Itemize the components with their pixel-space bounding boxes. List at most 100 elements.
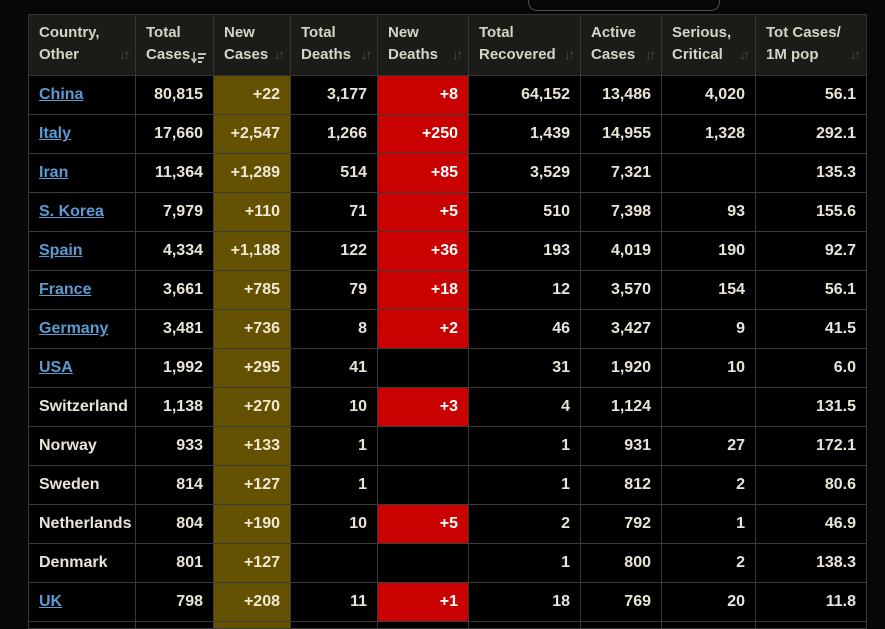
cell-total-deaths: 1 bbox=[290, 426, 378, 466]
cell-new-deaths bbox=[377, 465, 469, 505]
cell-active-cases: 7,398 bbox=[580, 192, 662, 232]
cell-country[interactable]: S. Korea bbox=[28, 192, 136, 232]
cell-new-deaths: +3 bbox=[377, 387, 469, 427]
cell-country[interactable]: China bbox=[28, 75, 136, 115]
sort-toggle-icon[interactable]: ↓↑ bbox=[361, 46, 372, 65]
cell-serious-critical: 9 bbox=[661, 309, 756, 349]
header-label-line1: Active bbox=[591, 24, 637, 42]
table-row-partial-clipped bbox=[28, 621, 867, 629]
cell-country[interactable]: Iran bbox=[28, 153, 136, 193]
cell-country[interactable]: Spain bbox=[28, 231, 136, 271]
header-label-line1: Serious, bbox=[672, 24, 732, 42]
cell-country: Switzerland bbox=[28, 387, 136, 427]
cell-new-deaths bbox=[377, 348, 469, 388]
table-row-s-korea: S. Korea 7,979 +110 71 +5 510 7,398 93 155.6 bbox=[28, 192, 867, 232]
cell-serious-critical: 1,328 bbox=[661, 114, 756, 154]
sort-toggle-icon[interactable]: ↓↑ bbox=[850, 46, 861, 65]
column-header-new-cases[interactable]: New Cases ↓↑ bbox=[213, 14, 291, 76]
column-header-new-deaths[interactable]: New Deaths ↓↑ bbox=[377, 14, 469, 76]
cell-clipped bbox=[468, 621, 581, 629]
sort-toggle-icon[interactable]: ↓↑ bbox=[452, 46, 463, 65]
cell-country[interactable]: Italy bbox=[28, 114, 136, 154]
cell-country[interactable]: France bbox=[28, 270, 136, 310]
header-label-line2: 1M pop bbox=[766, 46, 819, 63]
cell-new-cases: +1,188 bbox=[213, 231, 291, 271]
cell-total-recovered: 193 bbox=[468, 231, 581, 271]
cell-new-deaths: +36 bbox=[377, 231, 469, 271]
sort-descending-active-icon[interactable] bbox=[191, 52, 206, 65]
cell-serious-critical bbox=[661, 153, 756, 193]
table-row-uk: UK 798 +208 11 +1 18 769 20 11.8 bbox=[28, 582, 867, 622]
column-header-country-other[interactable]: Country, Other ↓↑ bbox=[28, 14, 136, 76]
country-link-france[interactable]: France bbox=[39, 281, 91, 298]
cell-country[interactable]: Germany bbox=[28, 309, 136, 349]
country-link-iran[interactable]: Iran bbox=[39, 164, 68, 181]
cell-active-cases: 769 bbox=[580, 582, 662, 622]
column-header-serious-critical[interactable]: Serious, Critical ↓↑ bbox=[661, 14, 756, 76]
header-label-line1: Tot Cases/ bbox=[766, 24, 841, 42]
header-label-line1: Total bbox=[301, 24, 336, 42]
sort-toggle-icon[interactable]: ↓↑ bbox=[739, 46, 750, 65]
cell-country: Norway bbox=[28, 426, 136, 466]
cell-serious-critical: 4,020 bbox=[661, 75, 756, 115]
cell-clipped bbox=[213, 621, 291, 629]
table-row-sweden: Sweden 814 +127 1 1 812 2 80.6 bbox=[28, 465, 867, 505]
cell-total-recovered: 4 bbox=[468, 387, 581, 427]
header-label-line2: Cases bbox=[146, 46, 191, 63]
cell-total-recovered: 1 bbox=[468, 543, 581, 583]
cell-cases-per-1m: 138.3 bbox=[755, 543, 867, 583]
sort-toggle-icon[interactable]: ↓↑ bbox=[274, 46, 285, 65]
country-link-usa[interactable]: USA bbox=[39, 359, 73, 376]
table-header: Country, Other ↓↑ Total Cases New Cases ↓↑ Total… bbox=[28, 14, 867, 76]
cell-total-cases: 3,481 bbox=[135, 309, 214, 349]
column-header-tot-cases-1m-pop[interactable]: Tot Cases/1M pop ↓↑ bbox=[755, 14, 867, 76]
cell-new-deaths bbox=[377, 426, 469, 466]
cell-new-deaths: +2 bbox=[377, 309, 469, 349]
country-link-uk[interactable]: UK bbox=[39, 593, 62, 610]
cell-new-deaths: +85 bbox=[377, 153, 469, 193]
country-link-spain[interactable]: Spain bbox=[39, 242, 83, 259]
cell-new-deaths bbox=[377, 543, 469, 583]
column-header-total-cases[interactable]: Total Cases bbox=[135, 14, 214, 76]
cell-total-recovered: 1 bbox=[468, 426, 581, 466]
cell-cases-per-1m: 155.6 bbox=[755, 192, 867, 232]
cell-active-cases: 4,019 bbox=[580, 231, 662, 271]
cell-new-deaths: +18 bbox=[377, 270, 469, 310]
header-label-line2: Deaths bbox=[301, 46, 352, 63]
cell-total-deaths: 11 bbox=[290, 582, 378, 622]
cell-total-cases: 80,815 bbox=[135, 75, 214, 115]
cell-serious-critical: 93 bbox=[661, 192, 756, 232]
sort-toggle-icon[interactable]: ↓↑ bbox=[119, 46, 130, 65]
table-row-usa: USA 1,992 +295 41 31 1,920 10 6.0 bbox=[28, 348, 867, 388]
cell-new-deaths: +8 bbox=[377, 75, 469, 115]
cell-total-recovered: 1 bbox=[468, 465, 581, 505]
cell-country[interactable]: USA bbox=[28, 348, 136, 388]
sort-toggle-icon[interactable]: ↓↑ bbox=[645, 46, 656, 65]
cell-active-cases: 1,920 bbox=[580, 348, 662, 388]
cell-serious-critical: 2 bbox=[661, 543, 756, 583]
table-row-denmark: Denmark 801 +127 1 800 2 138.3 bbox=[28, 543, 867, 583]
cell-total-cases: 814 bbox=[135, 465, 214, 505]
cutoff-popup-bottom-edge bbox=[528, 0, 720, 11]
cell-serious-critical: 20 bbox=[661, 582, 756, 622]
cell-total-recovered: 46 bbox=[468, 309, 581, 349]
country-link-italy[interactable]: Italy bbox=[39, 125, 71, 142]
cell-clipped bbox=[755, 621, 867, 629]
country-link-s-korea[interactable]: S. Korea bbox=[39, 203, 104, 220]
table-row-china: China 80,815 +22 3,177 +8 64,152 13,486 4,020 56… bbox=[28, 75, 867, 115]
cell-country bbox=[28, 621, 136, 629]
column-header-total-recovered[interactable]: Total Recovered ↓↑ bbox=[468, 14, 581, 76]
country-link-china[interactable]: China bbox=[39, 86, 83, 103]
cell-cases-per-1m: 56.1 bbox=[755, 270, 867, 310]
cell-new-cases: +785 bbox=[213, 270, 291, 310]
sort-toggle-icon[interactable]: ↓↑ bbox=[564, 46, 575, 65]
column-header-active-cases[interactable]: Active Cases ↓↑ bbox=[580, 14, 662, 76]
cell-new-deaths: +5 bbox=[377, 504, 469, 544]
cell-serious-critical: 2 bbox=[661, 465, 756, 505]
column-header-total-deaths[interactable]: Total Deaths ↓↑ bbox=[290, 14, 378, 76]
cell-country[interactable]: UK bbox=[28, 582, 136, 622]
country-link-germany[interactable]: Germany bbox=[39, 320, 108, 337]
cell-total-cases: 933 bbox=[135, 426, 214, 466]
cell-country: Denmark bbox=[28, 543, 136, 583]
cell-total-recovered: 64,152 bbox=[468, 75, 581, 115]
